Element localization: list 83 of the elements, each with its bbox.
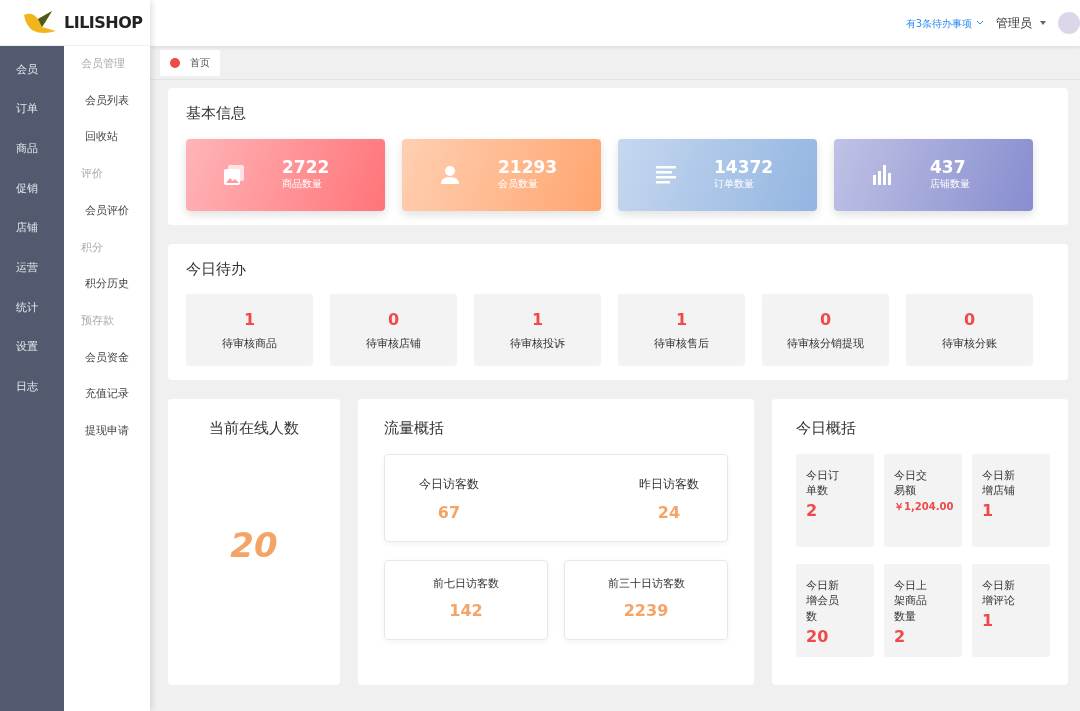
tile-value: 20 xyxy=(806,625,829,648)
todo-label: 待审核分销提现 xyxy=(787,335,864,352)
todo-card[interactable]: 1 待审核售后 xyxy=(618,294,745,366)
tile-value: 2 xyxy=(806,500,818,522)
nav-item[interactable]: 设置 xyxy=(0,327,64,368)
nav-group-label: 会员管理 xyxy=(80,56,126,73)
todo-card[interactable]: 1 待审核商品 xyxy=(186,294,313,366)
todo-count: 1 xyxy=(675,308,688,331)
card-title: 流量概括 xyxy=(384,418,445,439)
nav-item[interactable]: 会员评价 xyxy=(64,192,150,230)
nav-item[interactable]: 会员列表 xyxy=(64,82,150,120)
nav-item[interactable]: 促销 xyxy=(0,169,64,209)
nav-group-label: 积分 xyxy=(80,239,104,256)
todo-count: 1 xyxy=(531,308,544,331)
todo-label: 待审核售后 xyxy=(654,335,709,352)
stat-label: 订单数量 xyxy=(714,177,755,192)
tile-label: 今日订单数 xyxy=(806,467,840,499)
nav-item[interactable]: 提现申请 xyxy=(64,412,150,450)
stat-value: 437 xyxy=(930,157,967,177)
stat-value: 67 xyxy=(436,501,462,524)
nav-item[interactable]: 积分历史 xyxy=(64,266,150,303)
tab[interactable]: 首页 xyxy=(160,49,220,76)
user-menu[interactable]: 管理员 xyxy=(996,14,1032,32)
tile-value: ￥1,204.00 xyxy=(894,500,954,514)
stat-label: 前三十日访客数 xyxy=(607,575,685,591)
stat-value: 24 xyxy=(656,501,682,524)
nav-item[interactable]: 商品 xyxy=(0,129,64,170)
todo-label: 待审核投诉 xyxy=(510,335,565,352)
tile-value: 2 xyxy=(894,625,906,648)
stat-label: 会员数量 xyxy=(498,177,539,192)
todo-count: 0 xyxy=(819,308,832,331)
stat-label: 商品数量 xyxy=(282,177,323,192)
card-title: 今日待办 xyxy=(186,258,247,280)
todo-card[interactable]: 1 待审核投诉 xyxy=(474,294,601,366)
image-icon xyxy=(223,163,245,186)
bar-chart-icon xyxy=(873,164,891,185)
todo-card[interactable]: 0 待审核分销提现 xyxy=(762,294,889,366)
todo-label: 待审核分账 xyxy=(942,335,997,352)
online-count: 20 xyxy=(229,523,279,567)
nav-item[interactable]: 日志 xyxy=(0,367,64,408)
nav-group-label: 评价 xyxy=(80,166,104,183)
todo-label: 待审核商品 xyxy=(222,335,277,352)
tile-label: 今日上架商品数量 xyxy=(894,577,928,624)
tile-label: 今日新增店铺 xyxy=(982,467,1016,499)
stat-value: 142 xyxy=(448,600,484,623)
stat-value: 2239 xyxy=(622,600,670,623)
stat-label: 今日访客数 xyxy=(419,475,479,493)
card-title: 当前在线人数 xyxy=(208,418,300,439)
logo-text: LILISHOP xyxy=(64,11,143,34)
nav-item[interactable]: 会员资金 xyxy=(64,339,150,377)
todo-count: 1 xyxy=(243,308,256,331)
tile-value: 1 xyxy=(982,500,994,522)
nav-item[interactable]: 统计 xyxy=(0,288,64,328)
stat-label: 昨日访客数 xyxy=(639,475,699,493)
todo-card[interactable]: 0 待审核分账 xyxy=(906,294,1033,366)
nav-group-label: 预存款 xyxy=(80,312,115,329)
chevron-down-icon xyxy=(976,20,984,26)
card-title: 今日概括 xyxy=(796,418,857,439)
todo-link[interactable]: 有3条待办事项 xyxy=(905,15,984,31)
nav-item[interactable]: 运营 xyxy=(0,248,64,289)
todo-card[interactable]: 0 待审核店铺 xyxy=(330,294,457,366)
nav-item[interactable]: 店铺 xyxy=(0,208,64,249)
tile-label: 今日交易额 xyxy=(894,467,928,499)
avatar[interactable] xyxy=(1058,12,1080,34)
stat-label: 店铺数量 xyxy=(930,177,970,192)
stat-value: 2722 xyxy=(282,157,330,177)
caret-icon xyxy=(1040,21,1046,25)
nav-item[interactable]: 订单 xyxy=(0,89,64,130)
card-title: 基本信息 xyxy=(186,103,247,124)
todo-label: 待审核店铺 xyxy=(366,335,421,352)
nav-item[interactable]: 会员 xyxy=(0,50,64,90)
nav-item[interactable]: 回收站 xyxy=(64,119,150,157)
list-icon xyxy=(656,165,676,184)
stat-label: 前七日访客数 xyxy=(433,575,499,591)
nav-item[interactable]: 充值记录 xyxy=(64,376,150,413)
tile-label: 今日新增会员数 xyxy=(806,577,840,624)
stat-value: 14372 xyxy=(714,157,774,177)
todo-count: 0 xyxy=(387,308,400,331)
todo-count: 0 xyxy=(963,308,976,331)
tile-label: 今日新增评论 xyxy=(982,577,1016,609)
user-icon xyxy=(440,164,460,185)
tile-value: 1 xyxy=(982,610,994,632)
stat-value: 21293 xyxy=(498,157,558,177)
